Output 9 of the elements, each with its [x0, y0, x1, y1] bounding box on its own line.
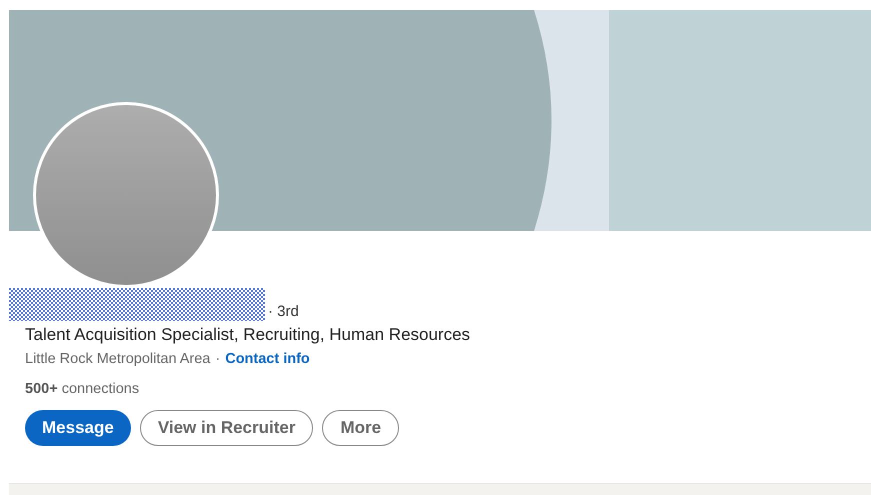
- separator: ·: [215, 351, 220, 367]
- location: Little Rock Metropolitan Area: [25, 351, 210, 367]
- message-button[interactable]: Message: [25, 410, 131, 446]
- headline: Talent Acquisition Specialist, Recruiting, Human Resources: [25, 325, 472, 345]
- connection-degree: · 3rd: [268, 303, 299, 320]
- profile-button[interactable]: View in Recruiter: [140, 410, 314, 446]
- contact-info-link[interactable]: Contact info: [225, 351, 310, 367]
- connections-count: 500+ connections: [25, 381, 140, 397]
- profile-button[interactable]: More: [322, 410, 400, 446]
